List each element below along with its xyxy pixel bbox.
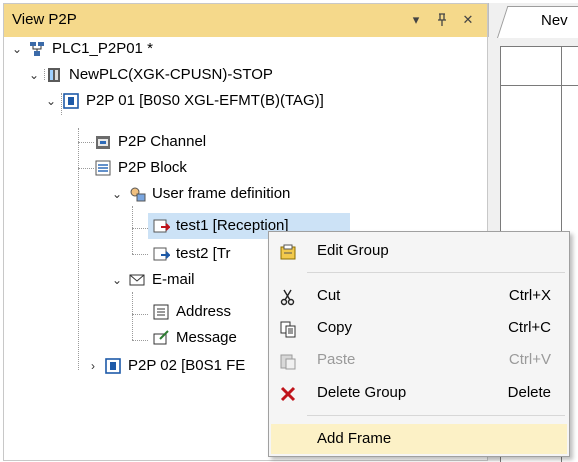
tree-node-p2p01[interactable]: ⌄ P2P 01 [B0S0 XGL-EFMT(B)(TAG)] xyxy=(44,88,424,114)
menu-item-label: Paste xyxy=(317,351,356,368)
menu-shortcut: Ctrl+V xyxy=(508,351,551,368)
menu-item-delete-group[interactable]: Delete Group Delete xyxy=(271,378,567,408)
copy-icon xyxy=(279,319,297,338)
menu-item-label: Copy xyxy=(317,319,353,336)
tree-node-p2p02[interactable]: › P2P 02 [B0S1 FE xyxy=(86,353,268,379)
context-menu: Edit Group Cut Ctrl+X Copy Ctrl+C Paste … xyxy=(268,231,570,457)
tree-node-test2[interactable]: test2 [Tr xyxy=(148,241,268,267)
menu-shortcut: Ctrl+C xyxy=(508,319,551,336)
tree-node-label: Address xyxy=(176,303,232,320)
message-icon xyxy=(152,329,170,347)
tree-node-p2p-block[interactable]: P2P Block xyxy=(94,155,294,181)
edit-group-icon xyxy=(279,242,297,260)
tree-node-user-frame-definition[interactable]: ⌄ User frame definition xyxy=(110,181,390,207)
address-book-icon xyxy=(152,303,170,321)
tree-line xyxy=(132,228,148,229)
chevron-down-icon[interactable]: ⌄ xyxy=(110,181,124,207)
menu-item-label: Add Frame xyxy=(317,430,392,447)
close-icon[interactable]: ✕ xyxy=(458,9,478,31)
tree-node-label: P2P 02 [B0S1 FE xyxy=(128,357,246,374)
channel-icon xyxy=(94,133,112,151)
tree-line xyxy=(132,314,148,315)
editor-tab[interactable]: Nev xyxy=(488,3,578,38)
tree-line xyxy=(78,142,94,143)
chevron-right-icon[interactable]: › xyxy=(86,353,100,379)
chevron-down-icon[interactable]: ⌄ xyxy=(10,36,24,62)
scissors-icon xyxy=(279,287,297,306)
dropdown-icon[interactable]: ▾ xyxy=(406,9,426,31)
tree-node-address[interactable]: Address xyxy=(148,299,268,325)
menu-shortcut: Ctrl+X xyxy=(508,287,551,304)
menu-item-cut[interactable]: Cut Ctrl+X xyxy=(271,281,567,311)
menu-item-label: Delete Group xyxy=(317,384,407,401)
block-list-icon xyxy=(94,159,112,177)
network-project-icon xyxy=(28,40,46,58)
chevron-down-icon[interactable]: ⌄ xyxy=(110,267,124,293)
user-frame-icon xyxy=(128,185,146,203)
tree-line xyxy=(132,206,133,254)
editor-grid-header xyxy=(501,47,578,86)
menu-item-copy[interactable]: Copy Ctrl+C xyxy=(271,313,567,343)
tree-node-label: User frame definition xyxy=(152,185,291,202)
menu-item-edit-group[interactable]: Edit Group xyxy=(271,236,567,266)
email-icon xyxy=(128,271,146,289)
tree-node-label: NewPLC(XGK-CPUSN)-STOP xyxy=(69,66,273,83)
p2p-module-icon xyxy=(62,92,80,110)
tree-line xyxy=(132,340,148,341)
menu-item-label: Cut xyxy=(317,287,341,304)
menu-item-label: Edit Group xyxy=(317,242,389,259)
tree-line xyxy=(132,254,148,255)
tree-node-label: P2P Channel xyxy=(118,133,207,150)
plc-cpu-icon xyxy=(45,66,63,84)
tree-node-message[interactable]: Message xyxy=(148,325,268,351)
frame-transmission-icon xyxy=(152,245,172,263)
tree-node-root[interactable]: ⌄ PLC1_P2P01 * xyxy=(10,36,310,62)
pin-icon[interactable] xyxy=(432,9,452,31)
menu-shortcut: Delete xyxy=(507,384,551,401)
menu-separator xyxy=(307,272,565,273)
tree-node-label: PLC1_P2P01 * xyxy=(52,40,153,57)
chevron-down-icon[interactable]: ⌄ xyxy=(44,88,58,114)
tree-line xyxy=(132,292,133,340)
tree-node-label: P2P Block xyxy=(118,159,187,176)
tree-node-email[interactable]: ⌄ E-mail xyxy=(110,267,270,293)
tree-node-p2p-channel[interactable]: P2P Channel xyxy=(94,129,294,155)
menu-separator xyxy=(307,415,565,416)
panel-title-bar: View P2P ▾ ✕ xyxy=(4,4,487,37)
tree-line xyxy=(78,168,94,169)
menu-item-paste[interactable]: Paste Ctrl+V xyxy=(271,345,567,375)
p2p-module-icon xyxy=(104,357,122,375)
editor-tab-label: Nev xyxy=(541,12,568,29)
chevron-down-icon[interactable]: ⌄ xyxy=(27,62,41,88)
delete-x-icon xyxy=(279,384,297,402)
tree-node-label: Message xyxy=(176,329,237,346)
tree-node-label: E-mail xyxy=(152,271,195,288)
tree-node-plc[interactable]: ⌄ NewPLC(XGK-CPUSN)-STOP xyxy=(27,62,327,88)
tree-node-label: test2 [Tr xyxy=(176,245,231,262)
menu-item-add-frame[interactable]: Add Frame xyxy=(271,424,567,454)
tree-line xyxy=(78,128,79,370)
panel-title: View P2P xyxy=(12,11,77,28)
paste-icon xyxy=(279,351,297,370)
frame-reception-icon xyxy=(152,217,172,235)
tree-node-label: P2P 01 [B0S0 XGL-EFMT(B)(TAG)] xyxy=(86,92,324,109)
